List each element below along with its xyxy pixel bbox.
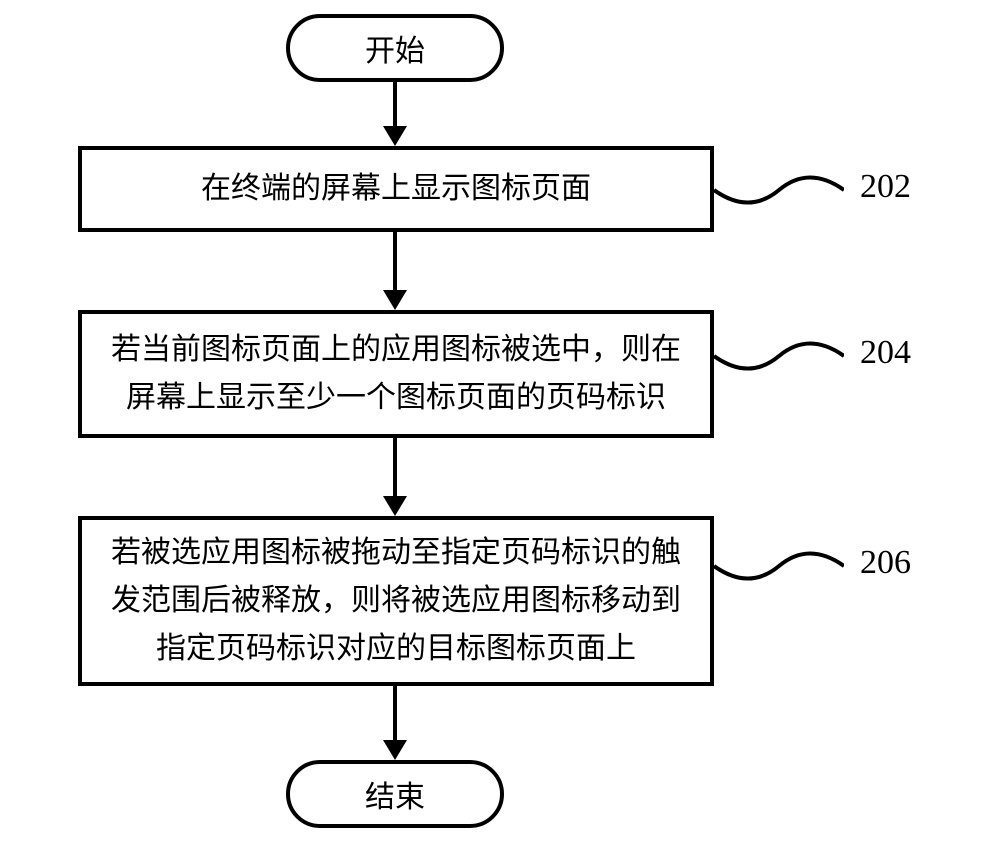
- arrow-head-icon: [383, 496, 407, 516]
- arrow-202-to-204: [393, 232, 397, 292]
- process-text: 在终端的屏幕上显示图标页面: [201, 165, 591, 213]
- arrow-start-to-202: [393, 82, 397, 128]
- step-id-label: 206: [860, 544, 911, 582]
- arrow-head-icon: [383, 126, 407, 146]
- step-id-label: 202: [860, 168, 911, 206]
- process-text: 若被选应用图标被拖动至指定页码标识的触发范围后被释放，则将被选应用图标移动到指定…: [102, 529, 690, 673]
- start-node: 开始: [286, 14, 504, 82]
- process-step-204: 若当前图标页面上的应用图标被选中，则在屏幕上显示至少一个图标页面的页码标识: [78, 310, 714, 438]
- end-label: 结束: [365, 772, 425, 816]
- process-text: 若当前图标页面上的应用图标被选中，则在屏幕上显示至少一个图标页面的页码标识: [102, 326, 690, 422]
- start-label: 开始: [365, 26, 425, 70]
- end-node: 结束: [286, 760, 504, 828]
- process-step-206: 若被选应用图标被拖动至指定页码标识的触发范围后被释放，则将被选应用图标移动到指定…: [78, 516, 714, 686]
- callout-line-icon: [714, 160, 844, 220]
- callout-line-icon: [714, 326, 844, 386]
- callout-line-icon: [714, 536, 844, 596]
- arrow-head-icon: [383, 740, 407, 760]
- arrow-204-to-206: [393, 438, 397, 498]
- arrow-head-icon: [383, 290, 407, 310]
- process-step-202: 在终端的屏幕上显示图标页面: [78, 146, 714, 232]
- arrow-206-to-end: [393, 686, 397, 742]
- step-id-label: 204: [860, 334, 911, 372]
